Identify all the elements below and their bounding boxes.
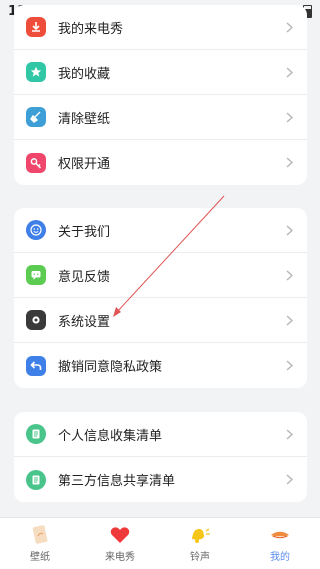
- menu-card-1: 我的来电秀 我的收藏 清除壁纸 权限开通: [14, 5, 307, 185]
- menu-item-label: 系统设置: [58, 314, 111, 330]
- chevron-right-icon: [283, 360, 295, 372]
- menu-item-label: 我的来电秀: [58, 21, 124, 37]
- chevron-right-icon: [283, 66, 295, 78]
- menu-item-label: 权限开通: [58, 157, 111, 172]
- tab-label: 来电秀: [105, 552, 135, 563]
- feedback-icon: [26, 265, 46, 285]
- tab-mine[interactable]: 我的: [240, 518, 320, 569]
- menu-item-label: 个人信息收集清单: [58, 428, 163, 444]
- list-icon: [26, 469, 46, 490]
- chevron-right-icon: [283, 314, 295, 326]
- undo-icon: [26, 355, 46, 376]
- menu-item-label: 清除壁纸: [58, 111, 111, 127]
- chevron-right-icon: [283, 428, 295, 440]
- menu-item-revoke-privacy-consent[interactable]: 撤销同意隐私政策: [14, 343, 307, 388]
- tab-label: 我的: [270, 552, 290, 563]
- menu-item-label: 意见反馈: [58, 269, 111, 285]
- heart-icon: [109, 524, 131, 546]
- menu-item-feedback[interactable]: 意见反馈: [14, 253, 307, 298]
- menu-item-personal-info-list[interactable]: 个人信息收集清单: [14, 412, 307, 457]
- download-icon: [26, 17, 46, 37]
- menu-item-system-settings[interactable]: 系统设置: [14, 298, 307, 343]
- chevron-right-icon: [283, 474, 295, 486]
- gear-icon: [26, 310, 46, 330]
- tab-label: 壁纸: [30, 552, 50, 563]
- profile-icon: [269, 524, 291, 546]
- wallpaper-icon: [29, 524, 51, 546]
- chevron-right-icon: [283, 269, 295, 281]
- menu-card-2: 关于我们 意见反馈 系统设置 撤销同意隐私政策: [14, 208, 307, 388]
- menu-item-permissions[interactable]: 权限开通: [14, 140, 307, 185]
- menu-item-label: 我的收藏: [58, 66, 111, 82]
- tab-label: 铃声: [190, 552, 210, 563]
- menu-item-about-us[interactable]: 关于我们: [14, 208, 307, 253]
- menu-item-my-call-show[interactable]: 我的来电秀: [14, 5, 307, 50]
- broom-icon: [26, 107, 46, 127]
- star-icon: [26, 62, 46, 82]
- tab-call-show[interactable]: 来电秀: [80, 518, 160, 569]
- ringtone-icon: [189, 524, 211, 546]
- chevron-right-icon: [283, 21, 295, 33]
- smile-icon: [26, 220, 46, 240]
- menu-item-favorites[interactable]: 我的收藏: [14, 50, 307, 95]
- menu-item-label: 撤销同意隐私政策: [58, 360, 163, 375]
- menu-card-3: 个人信息收集清单 第三方信息共享清单: [14, 412, 307, 502]
- bottom-tab-bar: 壁纸 来电秀 铃声 我的: [0, 517, 320, 569]
- menu-item-third-party-sharing-list[interactable]: 第三方信息共享清单: [14, 457, 307, 502]
- menu-item-label: 关于我们: [58, 224, 111, 240]
- chevron-right-icon: [283, 157, 295, 169]
- tab-wallpaper[interactable]: 壁纸: [0, 518, 80, 569]
- key-icon: [26, 152, 46, 173]
- list-icon: [26, 424, 46, 444]
- tab-ringtone[interactable]: 铃声: [160, 518, 240, 569]
- menu-item-label: 第三方信息共享清单: [58, 474, 176, 489]
- chevron-right-icon: [283, 224, 295, 236]
- chevron-right-icon: [283, 111, 295, 123]
- menu-item-clear-wallpaper[interactable]: 清除壁纸: [14, 95, 307, 140]
